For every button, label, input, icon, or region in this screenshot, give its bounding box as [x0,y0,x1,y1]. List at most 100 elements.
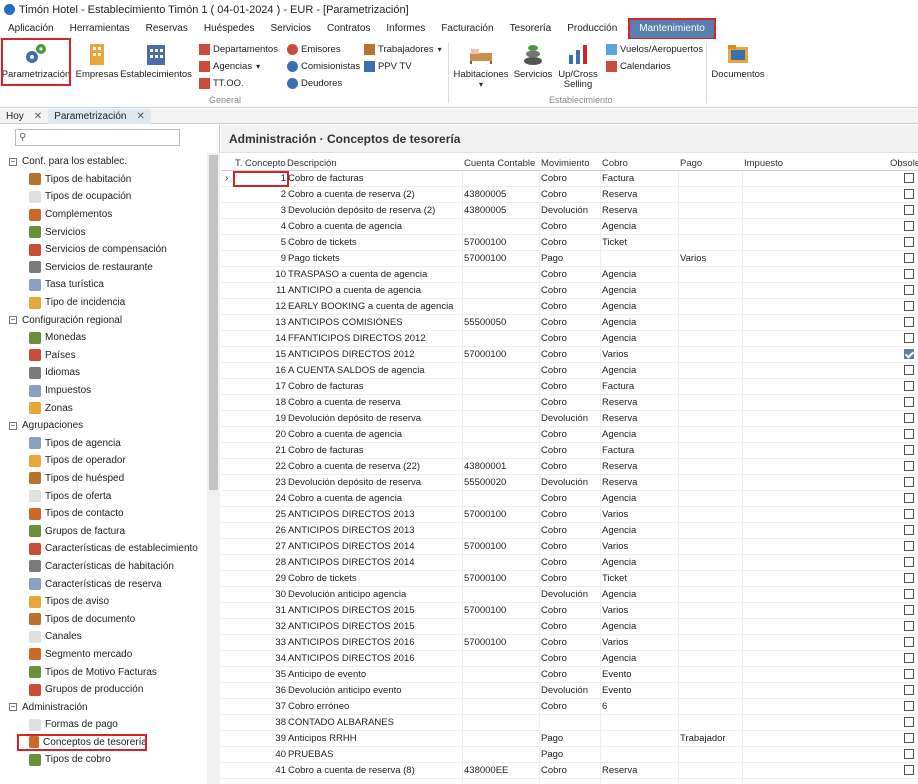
table-row[interactable]: › 1 Cobro de facturas Cobro Factura [221,171,918,187]
servicios-button[interactable]: Servicios [513,39,553,80]
obsoleto-checkbox[interactable] [904,653,914,663]
table-row[interactable]: 25 ANTICIPOS DIRECTOS 2013 57000100 Cobro Va… [221,507,918,523]
cell-descripcion[interactable]: ANTICIPOS DIRECTOS 2016 [288,637,415,648]
collapse-toggle-icon[interactable]: − [9,703,17,712]
cell-movimiento[interactable]: Cobro [541,669,567,680]
table-row[interactable]: 19 Devolución depósito de reserva Devoluci… [221,411,918,427]
menu-herramientas[interactable]: Herramientas [62,19,138,39]
tree-item[interactable]: Impuestos [0,382,207,400]
table-row[interactable]: 21 Cobro de facturas Cobro Factura [221,443,918,459]
menu-reservas[interactable]: Reservas [138,19,196,39]
col-cuenta[interactable]: Cuenta Contable [464,158,535,169]
cell-cobro[interactable]: Agencia [602,221,636,232]
cell-movimiento[interactable]: Cobro [541,765,567,776]
cell-descripcion[interactable]: Cobro erróneo [288,701,349,712]
cell-pago[interactable]: Varios [680,253,706,264]
col-descripcion[interactable]: Descripción [287,158,337,169]
table-row[interactable]: 38 CONTADO ALBARANES [221,715,918,731]
cell-movimiento[interactable]: Cobro [541,269,567,280]
cell-cobro[interactable]: Varios [602,509,628,520]
cell-cobro[interactable]: Agencia [602,333,636,344]
cell-movimiento[interactable]: Cobro [541,301,567,312]
cell-descripcion[interactable]: Cobro a cuenta de agencia [288,221,402,232]
tree-item[interactable]: Tipos de oferta [0,487,207,505]
cell-cuenta[interactable]: 55500020 [464,477,506,488]
tree-item[interactable]: Conceptos de tesorería [17,733,147,752]
cell-movimiento[interactable]: Cobro [541,573,567,584]
tree-item[interactable]: Idiomas [0,364,207,382]
cell-movimiento[interactable]: Devolución [541,589,588,600]
tree-item[interactable]: Tasa turística [0,276,207,294]
cell-cuenta[interactable]: 43800001 [464,461,506,472]
col-movimiento[interactable]: Movimiento [541,158,590,169]
cell-descripcion[interactable]: FFANTICIPOS DIRECTOS 2012 [288,333,426,344]
obsoleto-checkbox[interactable] [904,189,914,199]
cell-descripcion[interactable]: ANTICIPOS DIRECTOS 2014 [288,541,415,552]
cell-tconcepto[interactable]: 29 [255,573,286,584]
cell-cobro[interactable]: Agencia [602,525,636,536]
cell-movimiento[interactable]: Cobro [541,189,567,200]
obsoleto-checkbox[interactable] [904,685,914,695]
tree-item[interactable]: Complementos [0,206,207,224]
cell-tconcepto[interactable]: 4 [255,221,286,232]
table-row[interactable]: 24 Cobro a cuenta de agencia Cobro Agencia [221,491,918,507]
cell-cuenta[interactable]: 57000100 [464,637,506,648]
obsoleto-checkbox[interactable] [904,461,914,471]
cell-descripcion[interactable]: Pago tickets [288,253,340,264]
cell-movimiento[interactable]: Cobro [541,621,567,632]
cell-pago[interactable]: Trabajador [680,733,726,744]
menu-informes[interactable]: Informes [378,19,433,39]
cell-movimiento[interactable]: Cobro [541,605,567,616]
cell-cuenta[interactable]: 43800005 [464,205,506,216]
cell-cobro[interactable]: Agencia [602,653,636,664]
table-row[interactable]: 15 ANTICIPOS DIRECTOS 2012 57000100 Cobro Va… [221,347,918,363]
cell-tconcepto[interactable]: 16 [255,365,286,376]
cell-movimiento[interactable]: Cobro [541,397,567,408]
cell-cobro[interactable]: Factura [602,381,634,392]
table-row[interactable]: 26 ANTICIPOS DIRECTOS 2013 Cobro Agencia [221,523,918,539]
cell-tconcepto[interactable]: 12 [255,301,286,312]
cell-tconcepto[interactable]: 15 [255,349,286,360]
cell-movimiento[interactable]: Cobro [541,173,567,184]
menu-servicios[interactable]: Servicios [262,19,319,39]
tree-item[interactable]: Monedas [0,329,207,347]
tree-item[interactable]: Servicios de restaurante [0,259,207,277]
table-row[interactable]: 28 ANTICIPOS DIRECTOS 2014 Cobro Agencia [221,555,918,571]
cell-tconcepto[interactable]: 28 [255,557,286,568]
table-row[interactable]: 36 Devolución anticipo evento Devolución Ev… [221,683,918,699]
cell-tconcepto[interactable]: 19 [255,413,286,424]
tree-item[interactable]: Servicios de compensación [0,241,207,259]
cell-cobro[interactable]: Factura [602,173,634,184]
obsoleto-checkbox[interactable] [904,717,914,727]
cell-descripcion[interactable]: Cobro a cuenta de reserva [288,397,400,408]
cell-tconcepto[interactable]: 20 [255,429,286,440]
cell-descripcion[interactable]: ANTICIPOS DIRECTOS 2015 [288,605,415,616]
tree-item[interactable]: Tipos de habitación [0,171,207,189]
cell-descripcion[interactable]: Cobro de tickets [288,237,357,248]
obsoleto-checkbox[interactable] [904,237,914,247]
cell-cuenta[interactable]: 438000EE [464,765,508,776]
cell-descripcion[interactable]: Devolución depósito de reserva (2) [288,205,435,216]
cell-tconcepto[interactable]: 30 [255,589,286,600]
cell-descripcion[interactable]: EARLY BOOKING a cuenta de agencia [288,301,453,312]
cell-cobro[interactable]: Agencia [602,365,636,376]
cell-tconcepto[interactable]: 23 [255,477,286,488]
obsoleto-checkbox[interactable] [904,573,914,583]
cell-movimiento[interactable]: Devolución [541,477,588,488]
tree-item[interactable]: Segmento mercado [0,646,207,664]
col-cobro[interactable]: Cobro [602,158,628,169]
parametrizacion-button[interactable]: Parametrización [1,38,71,86]
comisionistas-button[interactable]: Comisionistas [287,61,360,72]
cell-cuenta[interactable]: 57000100 [464,541,506,552]
tree-item[interactable]: Tipos de contacto [0,505,207,523]
tree-item[interactable]: Tipos de ocupación [0,188,207,206]
cell-tconcepto[interactable]: 3 [255,205,286,216]
cell-descripcion[interactable]: ANTICIPOS DIRECTOS 2014 [288,557,415,568]
cell-movimiento[interactable]: Cobro [541,429,567,440]
table-row[interactable]: 18 Cobro a cuenta de reserva Cobro Reserva [221,395,918,411]
col-tconcepto[interactable]: T. Concepto [235,158,286,169]
tree-item[interactable]: Grupos de factura [0,522,207,540]
cell-tconcepto[interactable]: 11 [255,285,286,296]
cell-cobro[interactable]: Evento [602,685,632,696]
cell-movimiento[interactable]: Cobro [541,349,567,360]
